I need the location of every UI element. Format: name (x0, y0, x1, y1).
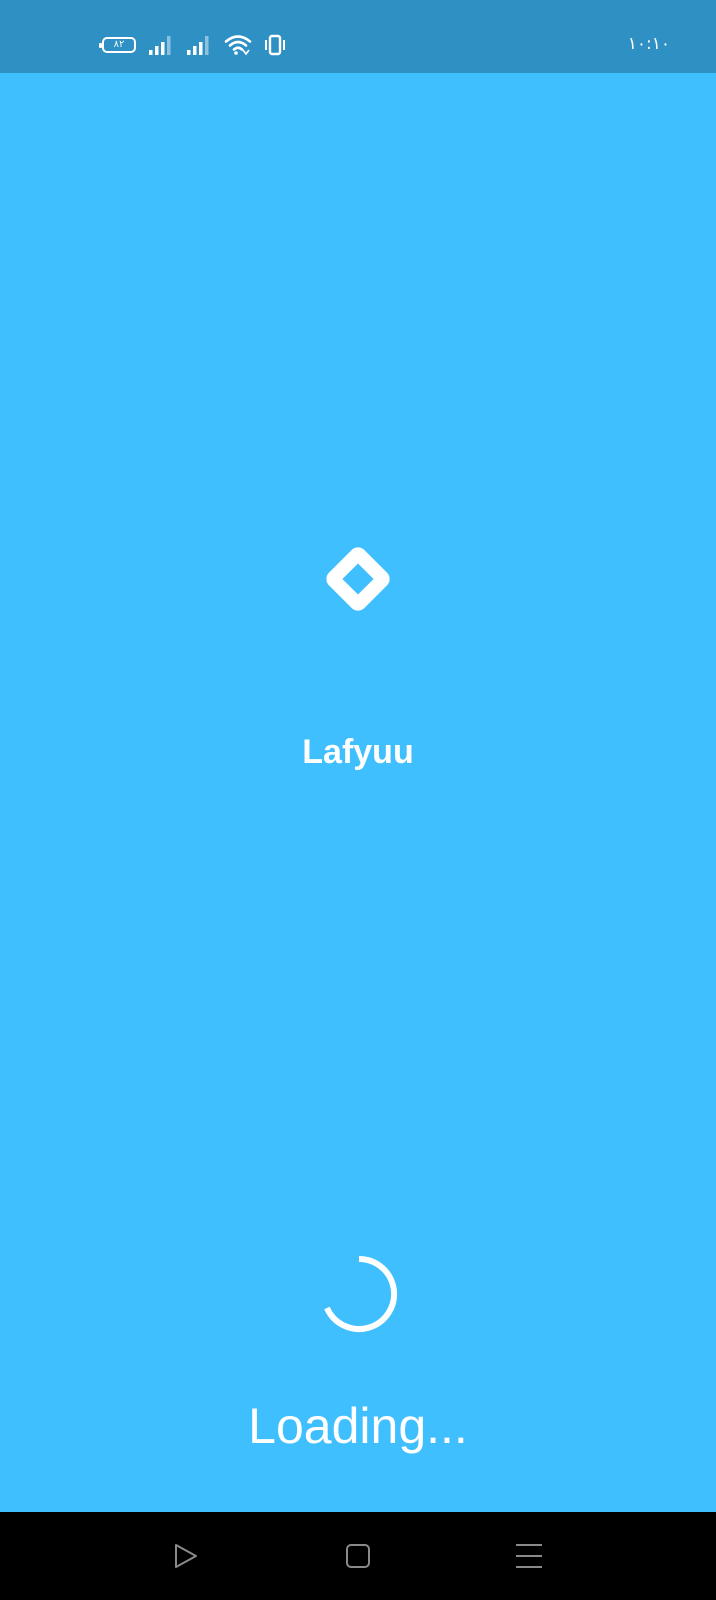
loading-spinner (324, 1255, 398, 1332)
menu-button[interactable] (505, 1532, 553, 1580)
wifi-icon (224, 35, 252, 56)
status-icons: ۸۲ (99, 33, 298, 57)
status-bar: ۸۲ ۱۰:۱۰ (0, 0, 716, 73)
menu-lines-icon (516, 1544, 542, 1568)
signal-icon (187, 36, 209, 55)
back-button[interactable] (162, 1532, 210, 1580)
splash-screen: ۸۲ ۱۰:۱۰ Lafyuu Loading... (0, 0, 716, 1600)
battery-icon: ۸۲ (99, 37, 136, 53)
home-button[interactable] (334, 1532, 382, 1580)
vibrate-icon (265, 34, 285, 56)
battery-level: ۸۲ (113, 39, 125, 50)
app-name: Lafyuu (302, 733, 414, 771)
diamond-logo-icon (326, 547, 390, 611)
status-time: ۱۰:۱۰ (627, 34, 670, 54)
back-triangle-icon (175, 1544, 197, 1568)
home-square-icon (346, 1544, 370, 1568)
navigation-bar (0, 1512, 716, 1600)
loading-text: Loading... (248, 1398, 468, 1454)
signal-icon (149, 36, 171, 55)
